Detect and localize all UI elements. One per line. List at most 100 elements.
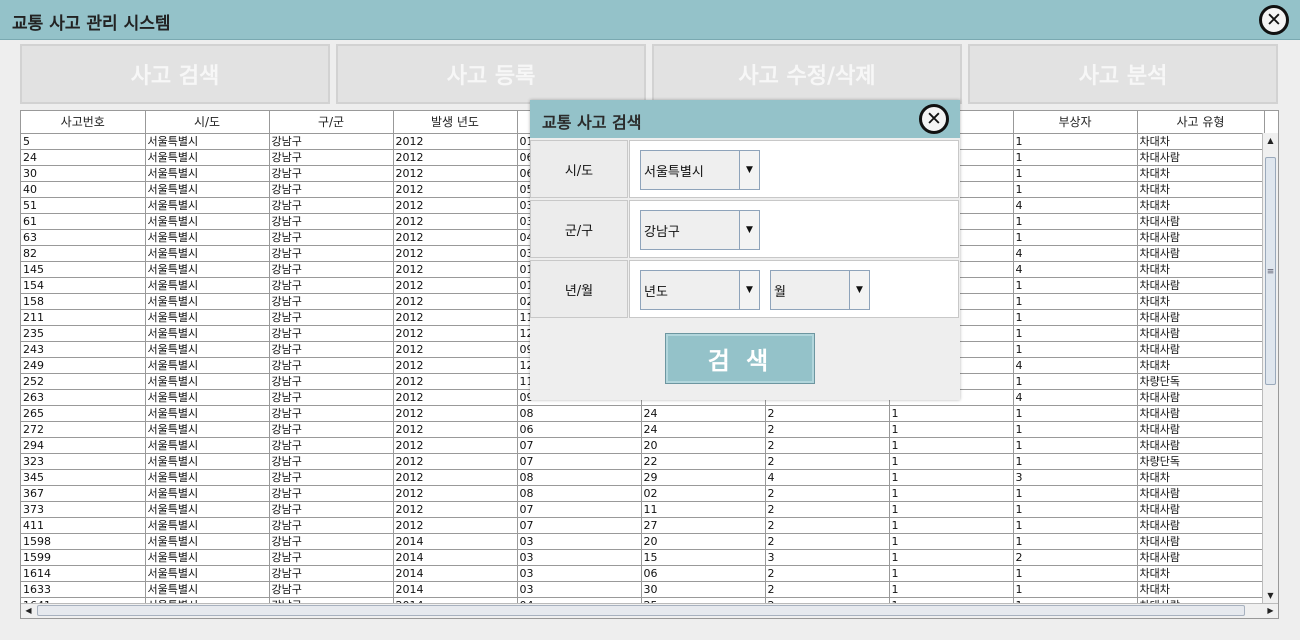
table-cell: 강남구 <box>269 469 394 486</box>
table-cell: 1 <box>1013 405 1138 422</box>
main-menu: 사고 검색 사고 등록 사고 수정/삭제 사고 분석 <box>20 44 1280 104</box>
table-cell: 4 <box>1013 357 1138 374</box>
sido-select[interactable]: 서울특별시 ▼ <box>640 150 760 190</box>
month-select[interactable]: 월 ▼ <box>770 270 870 310</box>
table-row[interactable]: 373 서울특별시 강남구 2012 07 11 2 1 1 차대사람 <box>21 501 1265 518</box>
table-row[interactable]: 367 서울특별시 강남구 2012 08 02 2 1 1 차대사람 <box>21 485 1265 502</box>
scroll-thumb[interactable]: ≡ <box>1265 157 1276 385</box>
table-cell: 차대사람 <box>1137 533 1265 550</box>
table-cell: 1 <box>889 581 1014 598</box>
table-cell: 82 <box>21 245 146 262</box>
table-cell: 강남구 <box>269 485 394 502</box>
table-cell: 서울특별시 <box>145 309 270 326</box>
table-cell: 07 <box>517 517 642 534</box>
table-cell: 2014 <box>393 581 518 598</box>
column-header[interactable]: 구/군 <box>269 111 394 134</box>
table-cell: 2012 <box>393 277 518 294</box>
scroll-up-icon[interactable]: ▲ <box>1263 133 1278 148</box>
close-icon[interactable]: ✕ <box>1259 5 1289 35</box>
table-row[interactable]: 294 서울특별시 강남구 2012 07 20 2 1 1 차대사람 <box>21 437 1265 454</box>
column-header[interactable]: 발생 년도 <box>393 111 518 134</box>
gungu-label: 군/구 <box>530 200 628 258</box>
table-cell: 2 <box>765 485 890 502</box>
search-button[interactable]: 검 색 <box>665 333 815 384</box>
table-cell: 2012 <box>393 309 518 326</box>
chevron-down-icon[interactable]: ▼ <box>739 211 759 249</box>
table-cell: 강남구 <box>269 325 394 342</box>
table-cell: 1 <box>1013 453 1138 470</box>
month-value: 월 <box>774 285 786 300</box>
table-row[interactable]: 1598 서울특별시 강남구 2014 03 20 2 1 1 차대사람 <box>21 533 1265 550</box>
table-cell: 1 <box>1013 309 1138 326</box>
table-cell: 02 <box>641 485 766 502</box>
table-cell: 강남구 <box>269 341 394 358</box>
table-cell: 4 <box>765 469 890 486</box>
table-row[interactable]: 345 서울특별시 강남구 2012 08 29 4 1 3 차대차 <box>21 469 1265 486</box>
menu-analysis-button[interactable]: 사고 분석 <box>968 44 1278 104</box>
table-cell: 서울특별시 <box>145 293 270 310</box>
table-cell: 차대차 <box>1137 469 1265 486</box>
table-cell: 2 <box>765 565 890 582</box>
table-row[interactable]: 1599 서울특별시 강남구 2014 03 15 3 1 2 차대사람 <box>21 549 1265 566</box>
table-row[interactable]: 1633 서울특별시 강남구 2014 03 30 2 1 1 차대차 <box>21 581 1265 598</box>
table-cell: 강남구 <box>269 133 394 150</box>
table-cell: 차대차 <box>1137 133 1265 150</box>
table-cell: 2012 <box>393 469 518 486</box>
hscroll-thumb[interactable] <box>37 605 1245 616</box>
menu-search-button[interactable]: 사고 검색 <box>20 44 330 104</box>
horizontal-scrollbar[interactable]: ◀ ▶ <box>21 603 1278 618</box>
table-cell: 차대차 <box>1137 293 1265 310</box>
chevron-down-icon[interactable]: ▼ <box>739 271 759 309</box>
table-cell: 22 <box>641 453 766 470</box>
table-cell: 2012 <box>393 437 518 454</box>
table-cell: 차대사람 <box>1137 325 1265 342</box>
table-cell: 강남구 <box>269 309 394 326</box>
scroll-down-icon[interactable]: ▼ <box>1263 588 1278 603</box>
table-row[interactable]: 265 서울특별시 강남구 2012 08 24 2 1 1 차대사람 <box>21 405 1265 422</box>
table-cell: 2 <box>765 501 890 518</box>
table-cell: 2012 <box>393 181 518 198</box>
table-cell: 2012 <box>393 229 518 246</box>
chevron-down-icon[interactable]: ▼ <box>739 151 759 189</box>
vertical-scrollbar[interactable]: ▲ ≡ ▼ <box>1262 133 1278 603</box>
column-header[interactable]: 사고 유형 <box>1137 111 1265 134</box>
table-row[interactable]: 1614 서울특별시 강남구 2014 03 06 2 1 1 차대차 <box>21 565 1265 582</box>
column-header[interactable]: 사고번호 <box>21 111 146 134</box>
table-cell: 1 <box>1013 229 1138 246</box>
table-cell: 1633 <box>21 581 146 598</box>
table-cell: 07 <box>517 453 642 470</box>
table-cell: 서울특별시 <box>145 197 270 214</box>
column-header[interactable]: 시/도 <box>145 111 270 134</box>
table-cell: 03 <box>517 549 642 566</box>
menu-edit-delete-button[interactable]: 사고 수정/삭제 <box>652 44 962 104</box>
table-cell: 24 <box>641 421 766 438</box>
chevron-down-icon[interactable]: ▼ <box>849 271 869 309</box>
column-header[interactable]: 부상자 <box>1013 111 1138 134</box>
year-select[interactable]: 년도 ▼ <box>640 270 760 310</box>
table-cell: 차대차 <box>1137 565 1265 582</box>
scroll-right-icon[interactable]: ▶ <box>1263 604 1278 618</box>
table-row[interactable]: 323 서울특별시 강남구 2012 07 22 2 1 1 차량단독 <box>21 453 1265 470</box>
table-cell: 서울특별시 <box>145 277 270 294</box>
table-cell: 323 <box>21 453 146 470</box>
table-cell: 서울특별시 <box>145 181 270 198</box>
table-cell: 1 <box>1013 277 1138 294</box>
table-cell: 강남구 <box>269 581 394 598</box>
table-cell: 4 <box>1013 261 1138 278</box>
table-cell: 서울특별시 <box>145 373 270 390</box>
table-cell: 2014 <box>393 565 518 582</box>
scroll-left-icon[interactable]: ◀ <box>21 604 36 618</box>
table-cell: 차량단독 <box>1137 453 1265 470</box>
table-cell: 1598 <box>21 533 146 550</box>
table-cell: 2012 <box>393 357 518 374</box>
table-row[interactable]: 411 서울특별시 강남구 2012 07 27 2 1 1 차대사람 <box>21 517 1265 534</box>
gungu-field: 강남구 ▼ <box>629 200 959 258</box>
gungu-select[interactable]: 강남구 ▼ <box>640 210 760 250</box>
table-cell: 서울특별시 <box>145 133 270 150</box>
table-cell: 2012 <box>393 517 518 534</box>
table-cell: 2012 <box>393 245 518 262</box>
menu-register-button[interactable]: 사고 등록 <box>336 44 646 104</box>
table-row[interactable]: 272 서울특별시 강남구 2012 06 24 2 1 1 차대사람 <box>21 421 1265 438</box>
close-icon[interactable]: ✕ <box>919 104 949 134</box>
table-cell: 30 <box>641 581 766 598</box>
